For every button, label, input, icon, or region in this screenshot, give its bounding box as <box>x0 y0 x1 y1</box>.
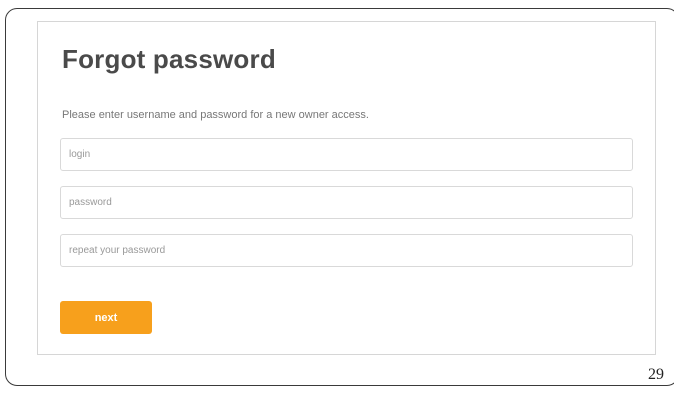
page-title: Forgot password <box>62 44 276 74</box>
login-input[interactable] <box>60 138 633 171</box>
repeat-password-input[interactable] <box>60 234 633 267</box>
next-button[interactable]: next <box>60 301 152 334</box>
forgot-password-panel: Forgot password Please enter username an… <box>37 21 656 355</box>
page-number: 29 <box>648 366 664 383</box>
form-description: Please enter username and password for a… <box>62 109 369 121</box>
password-input[interactable] <box>60 186 633 219</box>
